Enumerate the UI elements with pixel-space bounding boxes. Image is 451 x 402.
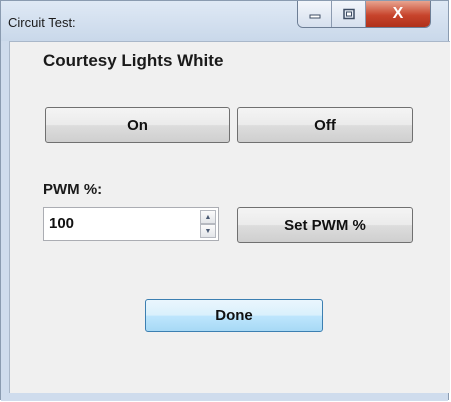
down-arrow-icon: ▼ xyxy=(204,227,212,235)
window-bottom-edge xyxy=(1,393,448,401)
spin-down-button[interactable]: ▼ xyxy=(200,224,216,238)
maximize-icon xyxy=(342,8,355,20)
minimize-button[interactable] xyxy=(298,1,332,27)
title-bar[interactable]: Circuit Test: X xyxy=(1,1,448,41)
pwm-input[interactable]: 100 xyxy=(49,215,74,232)
close-button[interactable]: X xyxy=(366,1,430,27)
pwm-spinbox[interactable]: 100 ▲ ▼ xyxy=(43,207,219,241)
pwm-label: PWM %: xyxy=(43,181,103,198)
on-button[interactable]: On xyxy=(45,107,230,143)
up-arrow-icon: ▲ xyxy=(204,213,212,221)
circuit-name-label: Courtesy Lights White xyxy=(43,51,224,70)
close-icon: X xyxy=(392,5,404,22)
off-button[interactable]: Off xyxy=(237,107,413,143)
spin-up-button[interactable]: ▲ xyxy=(200,210,216,224)
set-pwm-button[interactable]: Set PWM % xyxy=(237,207,413,243)
window-title: Circuit Test: xyxy=(8,15,76,30)
caption-buttons: X xyxy=(297,1,431,28)
pwm-spin-arrows: ▲ ▼ xyxy=(200,210,216,238)
done-button[interactable]: Done xyxy=(145,299,323,332)
maximize-button[interactable] xyxy=(332,1,366,27)
minimize-icon xyxy=(309,14,320,19)
